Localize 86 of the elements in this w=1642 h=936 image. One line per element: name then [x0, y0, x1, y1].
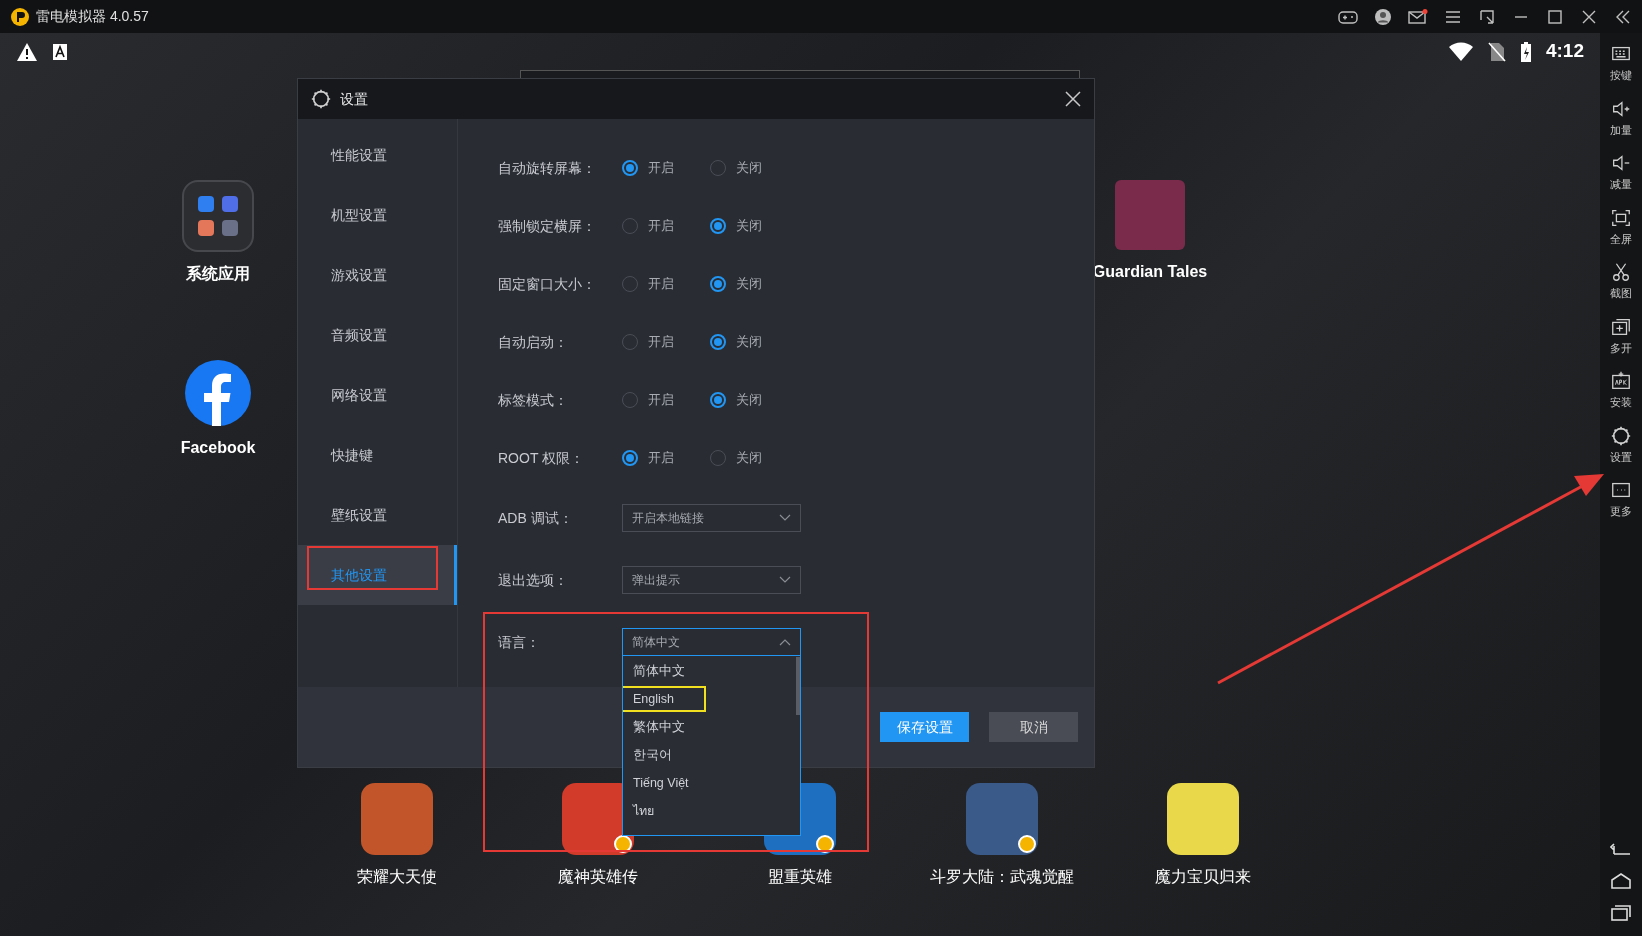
folder-icon[interactable] [182, 180, 254, 252]
radio-option[interactable]: 关闭 [710, 216, 798, 236]
settings-nav-tab[interactable]: 壁纸设置 [298, 485, 457, 545]
app-label: Facebook [180, 438, 256, 458]
radio-option[interactable]: 开启 [622, 448, 710, 468]
settings-nav-tab[interactable]: 性能设置 [298, 125, 457, 185]
battery-charging-icon [1519, 40, 1532, 63]
option-label: 强制锁定横屏： [498, 216, 597, 236]
settings-nav-tab[interactable]: 游戏设置 [298, 245, 457, 305]
settings-icon [1610, 424, 1632, 447]
toolbar-button[interactable]: 更多 [1610, 479, 1632, 520]
toolbar-button[interactable]: 按键 [1610, 43, 1632, 84]
option-label: 退出选项： [498, 570, 569, 590]
user-avatar-icon[interactable] [1374, 7, 1392, 26]
toolbar-button[interactable]: 设置 [1610, 424, 1632, 465]
facebook-logo-icon[interactable] [185, 360, 251, 426]
no-sim-icon [1487, 41, 1506, 62]
wifi-icon [1447, 41, 1474, 62]
app-logo-icon [10, 6, 30, 27]
status-time: 4:12 [1545, 39, 1584, 64]
dropdown-option[interactable]: Tiếng Việt [623, 769, 796, 797]
toolbar-button[interactable]: 截图 [1610, 261, 1632, 302]
warning-icon [16, 41, 38, 62]
app-icon-image[interactable] [965, 783, 1038, 855]
shrink-window-icon[interactable] [1478, 7, 1496, 26]
toolbar-button[interactable]: 安装 [1610, 370, 1632, 411]
option-label: 语言： [498, 632, 541, 652]
back-icon[interactable] [1610, 840, 1632, 858]
option-label: 自动启动： [498, 332, 569, 352]
settings-nav-tab[interactable]: 快捷键 [298, 425, 457, 485]
radio-option[interactable]: 关闭 [710, 448, 798, 468]
apk-icon [1610, 370, 1632, 392]
option-label: 固定窗口大小： [498, 274, 597, 294]
radio-option[interactable]: 开启 [622, 274, 710, 294]
maximize-icon[interactable] [1546, 7, 1564, 26]
cancel-button[interactable]: 取消 [989, 712, 1078, 742]
option-label: 自动旋转屏幕： [498, 158, 597, 178]
dropdown-select[interactable]: 弹出提示 [622, 566, 801, 594]
scrollbar[interactable] [796, 657, 800, 715]
dropdown-option[interactable]: ไทย [623, 797, 796, 825]
app-label: 荣耀大天使 [356, 867, 437, 887]
app-label: Guardian Tales [1092, 262, 1208, 282]
settings-nav-tab[interactable]: 机型设置 [298, 185, 457, 245]
settings-icon [310, 88, 332, 110]
settings-nav-tab[interactable]: 其他设置 [298, 545, 457, 605]
radio-option[interactable]: 开启 [622, 332, 710, 352]
chevron-icon [779, 514, 791, 522]
option-label: ROOT 权限： [498, 448, 586, 468]
radio-option[interactable]: 开启 [622, 158, 710, 178]
close-icon[interactable] [1064, 90, 1082, 108]
radio-option[interactable]: 关闭 [710, 390, 798, 410]
window-title: 雷电模拟器 4.0.57 [36, 7, 149, 26]
dropdown-option[interactable]: 한국어 [623, 741, 796, 769]
chevron-icon [779, 638, 791, 646]
option-label: ADB 调试： [498, 508, 574, 528]
app-icon-image[interactable] [1167, 783, 1240, 855]
radio-option[interactable]: 关闭 [710, 158, 798, 178]
dropdown-option[interactable]: English [623, 685, 796, 713]
app-label: 魔神英雄传 [558, 867, 639, 887]
settings-nav-tab[interactable]: 音频设置 [298, 305, 457, 365]
settings-nav-tab[interactable]: 网络设置 [298, 365, 457, 425]
toolbar-button[interactable]: 全屏 [1610, 206, 1632, 247]
letter-a-icon [52, 42, 68, 61]
dialog-title: 设置 [340, 89, 368, 109]
recent-apps-icon[interactable] [1610, 904, 1632, 922]
chevron-icon [779, 576, 791, 584]
dropdown-option[interactable]: 繁体中文 [623, 713, 796, 741]
app-label: 系统应用 [186, 264, 250, 284]
radio-option[interactable]: 开启 [622, 390, 710, 410]
speaker-minus-icon [1610, 152, 1632, 174]
home-icon[interactable] [1610, 872, 1632, 890]
scissors-icon [1610, 261, 1632, 283]
app-label: 盟重英雄 [768, 867, 832, 887]
dropdown-option[interactable]: 简体中文 [623, 657, 796, 685]
radio-option[interactable]: 开启 [622, 216, 710, 236]
mail-icon[interactable] [1408, 7, 1428, 26]
option-label: 标签模式： [498, 390, 569, 410]
dropdown-select[interactable]: 开启本地链接 [622, 504, 801, 532]
dropdown-select[interactable]: 简体中文 [622, 628, 801, 656]
toolbar-button[interactable]: 加量 [1610, 97, 1632, 138]
toolbar-button[interactable]: 多开 [1610, 315, 1632, 356]
radio-option[interactable]: 关闭 [710, 274, 798, 294]
app-label: 斗罗大陆：武魂觉醒 [929, 867, 1074, 887]
toolbar-button[interactable]: 减量 [1610, 152, 1632, 193]
radio-option[interactable]: 关闭 [710, 332, 798, 352]
app-label: 魔力宝贝归来 [1155, 867, 1252, 887]
